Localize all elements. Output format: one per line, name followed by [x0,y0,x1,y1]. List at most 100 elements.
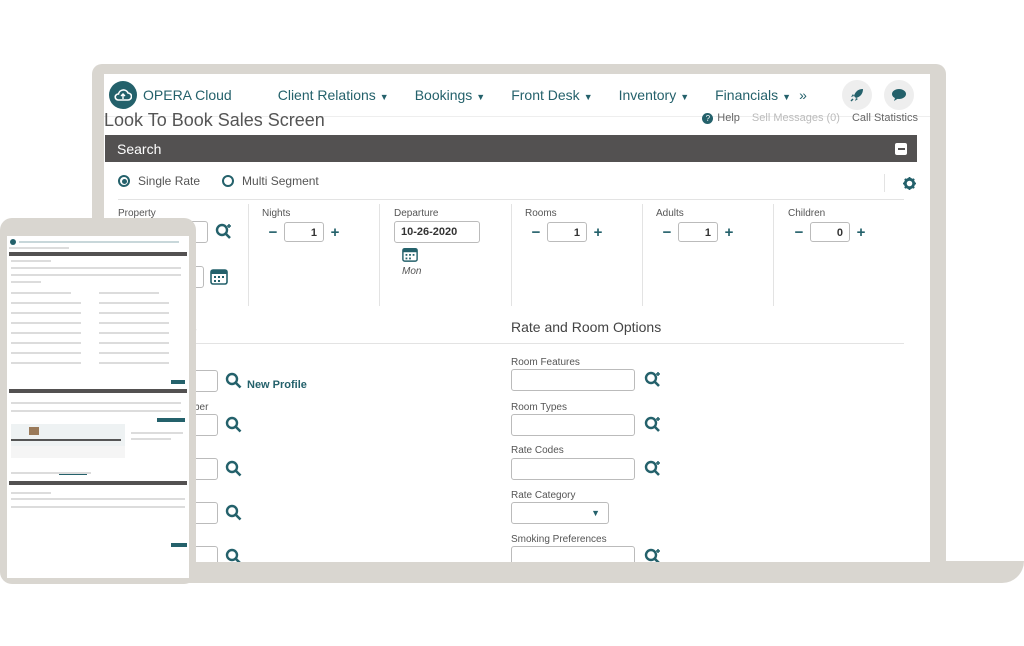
decrease-rooms-button[interactable]: − [525,221,547,243]
divider [174,343,904,344]
mini-availability-header [9,389,187,393]
mini-line [11,362,81,364]
help-link[interactable]: ? Help [702,112,740,124]
rate-codes-label: Rate Codes [511,445,564,456]
room-features-search-icon[interactable] [644,371,662,389]
mini-logo [10,239,16,245]
sell-messages-link[interactable]: Sell Messages (0) [752,112,840,124]
multi-segment-radio[interactable] [222,175,235,187]
mini-rate-grid [11,446,125,458]
adults-label: Adults [656,208,684,219]
calendar-icon[interactable] [402,246,418,262]
search-panel-title: Search [117,140,162,157]
nights-value[interactable]: 1 [284,222,324,242]
mini-line [11,302,81,304]
rooms-value[interactable]: 1 [547,222,587,242]
adults-value[interactable]: 1 [678,222,718,242]
search-icon[interactable] [225,504,243,522]
calendar-icon[interactable] [210,267,228,285]
mini-line [11,292,71,294]
gear-icon[interactable] [903,177,916,190]
mini-line [11,439,121,441]
search-icon[interactable] [225,416,243,434]
mini-line [11,322,81,324]
search-icon[interactable] [225,460,243,478]
smoking-preferences-label: Smoking Preferences [511,534,607,545]
caret-down-icon: ▼ [476,92,486,102]
more-menu-button[interactable]: » [799,87,807,103]
decrease-children-button[interactable]: − [788,221,810,243]
mini-line [99,342,169,344]
children-value[interactable]: 0 [810,222,850,242]
decrease-adults-button[interactable]: − [656,221,678,243]
mini-line [11,498,185,500]
mini-line [11,332,81,334]
mini-button [157,418,185,422]
mini-line [131,432,183,434]
collapse-icon[interactable] [895,142,907,155]
room-types-search-icon[interactable] [644,416,662,434]
mini-line [11,274,181,276]
room-features-input[interactable] [511,369,635,391]
opera-cloud-logo-icon[interactable] [109,81,137,109]
rooms-stepper: − 1 + [525,221,609,243]
mini-line [11,492,51,494]
rocket-icon[interactable] [842,80,872,110]
mini-line [11,402,181,404]
help-icon: ? [702,113,714,124]
mini-line [11,342,81,344]
laptop-screen: OPERA Cloud Client Relations ▼ Bookings ▼ … [104,74,930,562]
room-types-input[interactable] [511,414,635,436]
menu-label: Financials [715,87,779,103]
menu-inventory[interactable]: Inventory ▼ [619,87,690,103]
menu-label: Front Desk [511,87,580,103]
increase-nights-button[interactable]: + [324,221,346,243]
page-title: Look To Book Sales Screen [104,110,325,130]
property-search-icon[interactable] [215,223,233,241]
smoking-search-icon[interactable] [644,548,662,562]
divider [379,204,380,306]
rate-category-select[interactable]: ▼ [511,502,609,524]
new-profile-link[interactable]: New Profile [247,379,307,391]
profile-field-label: ber [194,402,209,413]
divider [118,199,904,200]
rate-category-label: Rate Category [511,490,576,501]
mini-line [11,312,81,314]
menu-bookings[interactable]: Bookings ▼ [415,87,486,103]
divider [511,204,512,306]
departure-day: Mon [402,266,422,277]
mini-line [99,332,169,334]
decrease-nights-button[interactable]: − [262,221,284,243]
increase-rooms-button[interactable]: + [587,221,609,243]
single-rate-label: Single Rate [138,174,201,188]
increase-children-button[interactable]: + [850,221,872,243]
children-label: Children [788,208,826,219]
single-rate-radio[interactable] [118,175,130,187]
caret-down-icon: ▼ [379,92,389,102]
menu-label: Inventory [618,87,677,103]
mini-line [11,267,181,269]
smoking-preferences-input[interactable] [511,546,635,562]
mini-line [99,312,169,314]
chat-icon[interactable] [884,80,914,110]
tablet-screen-thumbnail [7,236,189,578]
menu-financials[interactable]: Financials ▼ [715,87,791,103]
divider [642,204,643,306]
multi-segment-label: Multi Segment [242,174,319,188]
rate-codes-input[interactable] [511,458,635,480]
mini-nav [19,241,179,243]
increase-adults-button[interactable]: + [718,221,740,243]
call-statistics-link[interactable]: Call Statistics [852,112,918,124]
main-menu: Client Relations ▼ Bookings ▼ Front Desk ▼ … [278,87,807,103]
search-icon[interactable] [225,372,243,390]
menu-client-relations[interactable]: Client Relations ▼ [278,87,389,103]
rate-codes-search-icon[interactable] [644,460,662,478]
mini-title [9,247,69,249]
mini-line [11,352,81,354]
mini-search-button [171,380,185,384]
menu-front-desk[interactable]: Front Desk ▼ [511,87,592,103]
departure-input[interactable]: 10-26-2020 [394,221,480,243]
menu-label: Bookings [414,87,473,103]
mini-line [99,362,169,364]
search-icon[interactable] [225,548,243,562]
